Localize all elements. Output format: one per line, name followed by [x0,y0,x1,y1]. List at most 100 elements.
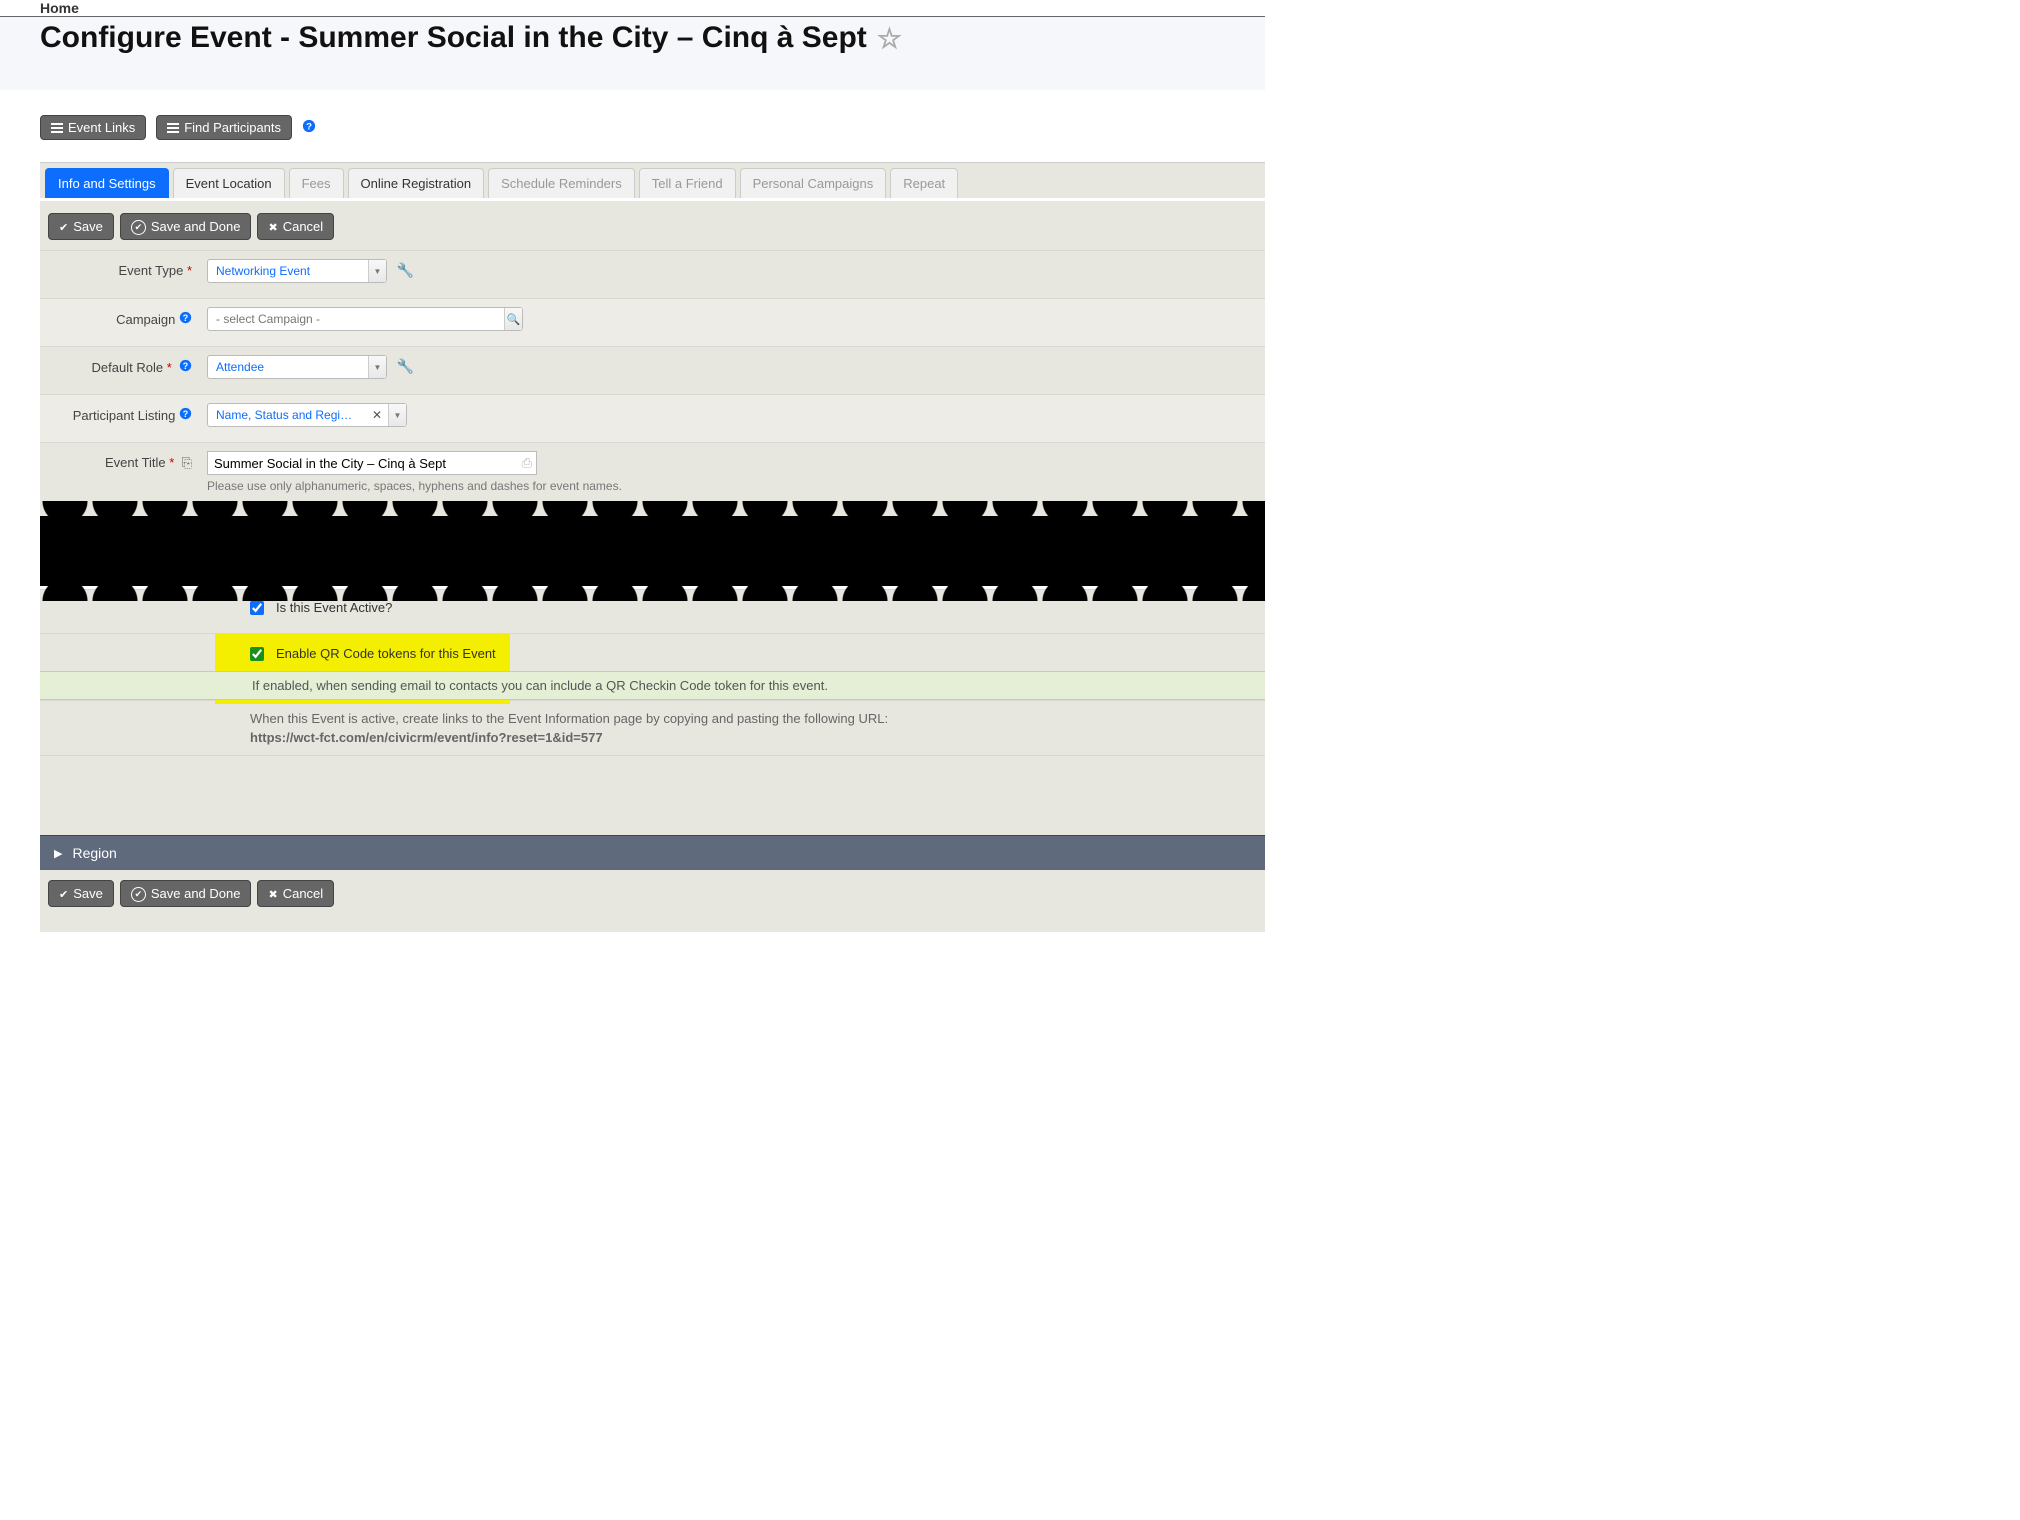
qr-code-helper: If enabled, when sending email to contac… [40,671,1265,700]
cancel-label: Cancel [283,886,323,901]
clear-icon[interactable]: ✕ [366,408,388,422]
required-asterisk: * [167,360,172,375]
required-asterisk: * [187,263,192,278]
event-links-button[interactable]: Event Links [40,115,146,140]
help-icon[interactable]: ? [179,359,192,375]
is-active-checkbox[interactable] [250,601,264,615]
tab-fees[interactable]: Fees [289,168,344,198]
tab-personal-campaigns[interactable]: Personal Campaigns [740,168,887,198]
row-participant-listing: Participant Listing ? Name, Status and R… [40,394,1265,442]
label-default-role-text: Default Role [92,360,164,375]
cancel-button[interactable]: Cancel [257,213,334,240]
participant-listing-value: Name, Status and Regis… [208,408,366,422]
save-done-button[interactable]: Save and Done [120,213,252,240]
wrench-icon[interactable]: 🔧 [397,262,414,278]
svg-text:?: ? [183,313,188,323]
find-participants-button[interactable]: Find Participants [156,115,292,140]
event-type-select[interactable]: Networking Event [207,259,387,283]
event-title-input[interactable] [207,451,537,475]
tab-schedule-reminders[interactable]: Schedule Reminders [488,168,635,198]
check-icon [59,886,68,901]
row-default-role: Default Role * ? Attendee 🔧 [40,346,1265,394]
check-circle-icon [131,885,146,902]
qr-code-checkbox[interactable] [250,647,264,661]
form-area-lower: Is this Event Active? Enable QR Code tok… [40,586,1265,932]
event-type-value: Networking Event [208,264,368,278]
tab-tell-a-friend[interactable]: Tell a Friend [639,168,736,198]
tab-bar: Info and Settings Event Location Fees On… [40,162,1265,198]
info-text: When this Event is active, create links … [250,711,1255,726]
label-participant-listing-text: Participant Listing [73,408,176,423]
event-links-label: Event Links [68,120,135,135]
label-campaign-text: Campaign [116,312,175,327]
svg-text:?: ? [306,122,312,133]
tab-repeat[interactable]: Repeat [890,168,958,198]
top-button-row: Event Links Find Participants ? [40,115,1265,140]
campaign-placeholder: - select Campaign - [208,312,504,326]
label-campaign: Campaign ? [50,307,202,327]
x-icon [268,219,277,234]
save-label: Save [73,219,103,234]
label-default-role: Default Role * ? [50,355,202,375]
save-done-label: Save and Done [151,219,241,234]
save-done-button-bottom[interactable]: Save and Done [120,880,252,907]
save-button-bottom[interactable]: Save [48,880,114,907]
x-icon [268,886,277,901]
save-button[interactable]: Save [48,213,114,240]
menu-icon [167,123,179,133]
form-area: Save Save and Done Cancel Event Type * N… [40,198,1265,516]
row-info-url: When this Event is active, create links … [40,700,1265,755]
translate-icon[interactable]: ⎘ [182,455,192,470]
wrench-icon[interactable]: 🔧 [397,358,414,374]
favorite-star-icon[interactable]: ☆ [877,22,902,55]
svg-text:?: ? [183,409,188,419]
save-label: Save [73,886,103,901]
page-header: Configure Event - Summer Social in the C… [0,16,1265,90]
required-asterisk: * [169,455,174,470]
help-icon[interactable]: ? [302,119,316,136]
default-role-select[interactable]: Attendee [207,355,387,379]
search-icon [504,308,522,330]
spacer [40,755,1265,835]
help-icon[interactable]: ? [179,407,192,423]
save-done-label: Save and Done [151,886,241,901]
page-title: Configure Event - Summer Social in the C… [40,21,1225,55]
label-event-type-text: Event Type [119,263,184,278]
participant-listing-select[interactable]: Name, Status and Regis… ✕ [207,403,407,427]
help-icon[interactable]: ? [179,311,192,327]
bottom-action-row: Save Save and Done Cancel [40,870,1265,917]
cancel-button-bottom[interactable]: Cancel [257,880,334,907]
find-participants-label: Find Participants [184,120,281,135]
label-event-type: Event Type * [50,259,202,278]
default-role-value: Attendee [208,360,368,374]
label-event-title: Event Title * ⎘ [50,451,202,471]
tab-online-registration[interactable]: Online Registration [348,168,485,198]
label-participant-listing: Participant Listing ? [50,403,202,423]
label-event-title-text: Event Title [105,455,166,470]
region-label: Region [72,845,116,861]
triangle-right-icon: ▶ [54,847,62,860]
check-circle-icon [131,218,146,235]
qr-code-label: Enable QR Code tokens for this Event [276,646,496,661]
torn-edge-divider [40,516,1265,586]
breadcrumb: Home [0,0,1265,16]
check-icon [59,219,68,234]
menu-icon [51,123,63,133]
region-accordion[interactable]: ▶ Region [40,835,1265,870]
row-event-title: Event Title * ⎘ ⎙ Please use only alphan… [40,442,1265,501]
top-action-row: Save Save and Done Cancel [40,213,1265,250]
tab-info-settings[interactable]: Info and Settings [45,168,169,198]
chevron-down-icon [368,260,386,282]
chevron-down-icon [368,356,386,378]
row-qr-code: Enable QR Code tokens for this Event If … [40,633,1265,700]
campaign-select[interactable]: - select Campaign - [207,307,523,331]
page-title-text: Configure Event - Summer Social in the C… [40,21,867,55]
tab-event-location[interactable]: Event Location [173,168,285,198]
row-campaign: Campaign ? - select Campaign - [40,298,1265,346]
row-event-type: Event Type * Networking Event 🔧 [40,250,1265,298]
is-active-label: Is this Event Active? [276,600,392,615]
info-url: https://wct-fct.com/en/civicrm/event/inf… [250,730,1255,745]
cancel-label: Cancel [283,219,323,234]
event-title-helper: Please use only alphanumeric, spaces, hy… [207,479,1255,493]
input-adornment-icon: ⎙ [522,455,532,471]
